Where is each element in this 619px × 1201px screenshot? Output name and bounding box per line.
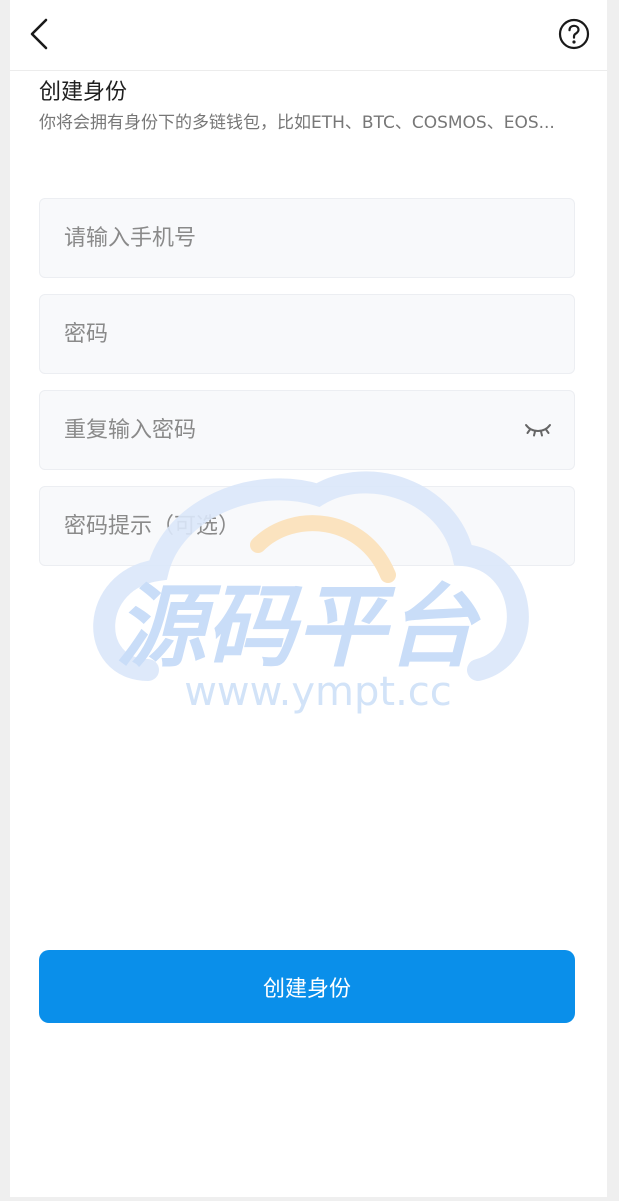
- password-hint-input[interactable]: [64, 487, 534, 565]
- nav-bar: [10, 0, 607, 71]
- help-button[interactable]: [557, 17, 591, 51]
- repeat-password-field: [39, 390, 575, 470]
- question-circle-icon: [558, 18, 590, 50]
- phone-field: [39, 198, 575, 278]
- page-title: 创建身份: [39, 80, 128, 105]
- password-input[interactable]: [64, 295, 534, 373]
- watermark-brand-text: 源码平台: [116, 575, 481, 680]
- watermark-url-text: www.ympt.cc: [184, 669, 452, 715]
- create-identity-button[interactable]: 创建身份: [39, 950, 575, 1023]
- create-identity-screen: 创建身份 你将会拥有身份下的多链钱包，比如ETH、BTC、COSMOS、EOS.…: [10, 0, 607, 1197]
- page-subtitle: 你将会拥有身份下的多链钱包，比如ETH、BTC、COSMOS、EOS...: [39, 113, 555, 133]
- password-hint-field: [39, 486, 575, 566]
- phone-input[interactable]: [64, 199, 534, 277]
- password-field: [39, 294, 575, 374]
- chevron-left-icon: [30, 18, 48, 50]
- eye-closed-icon: [525, 424, 551, 437]
- toggle-visibility-button[interactable]: [524, 420, 552, 440]
- repeat-password-input[interactable]: [64, 391, 534, 469]
- back-button[interactable]: [24, 14, 64, 54]
